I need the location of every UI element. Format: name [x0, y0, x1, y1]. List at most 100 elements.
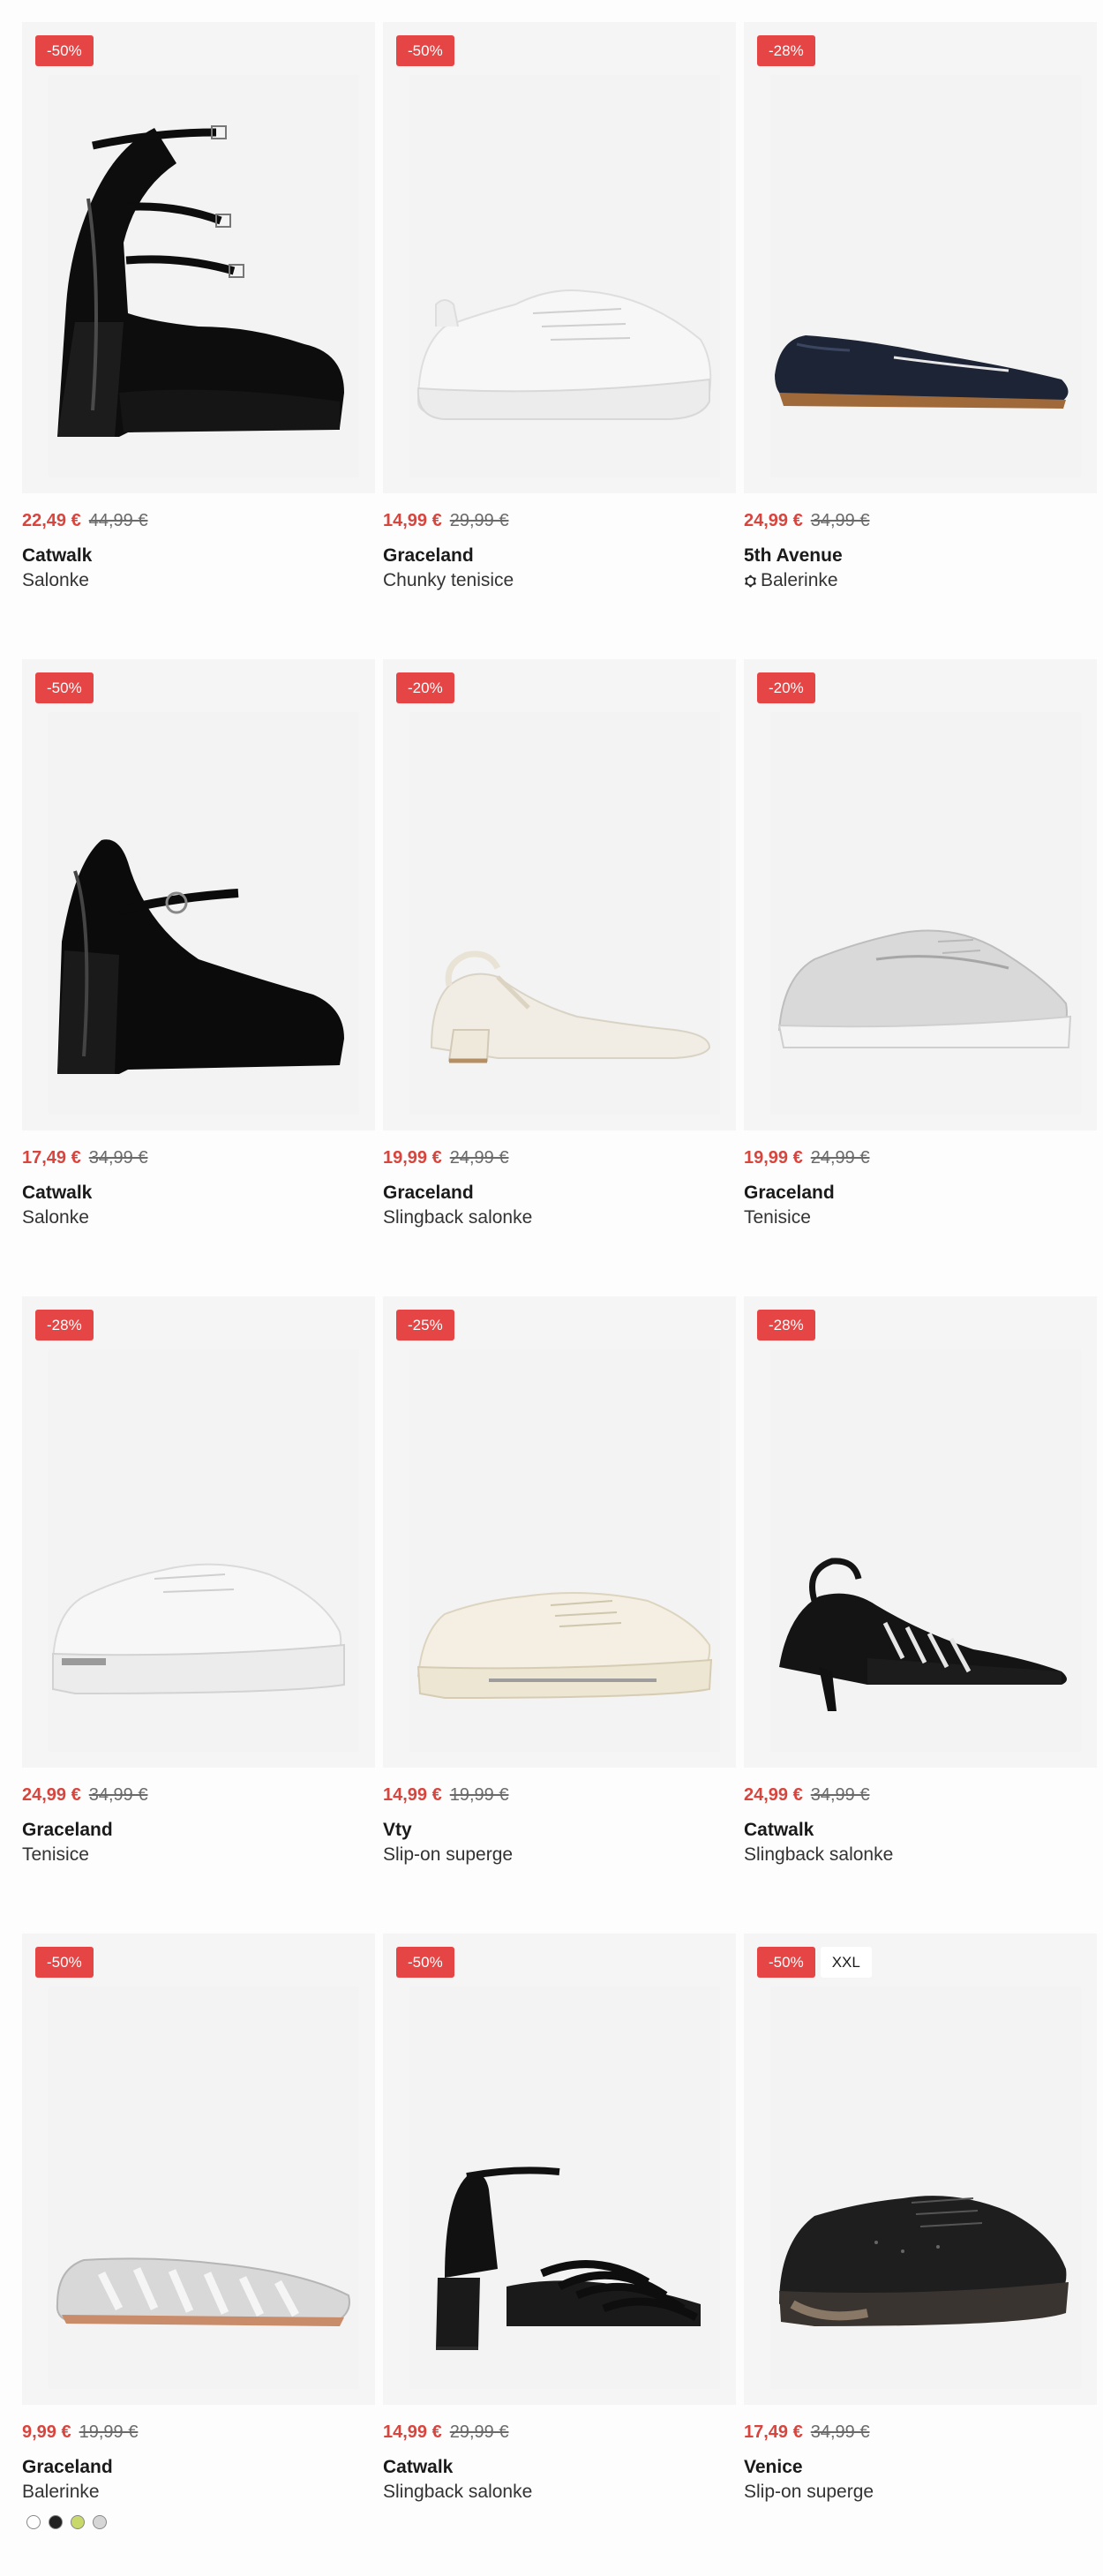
color-swatches: [22, 2515, 375, 2529]
badge-group: -50%: [35, 35, 94, 66]
product-image[interactable]: -28%: [22, 1296, 375, 1768]
product-name[interactable]: Slingback salonke: [383, 2482, 736, 2503]
discount-badge: -20%: [396, 672, 454, 703]
chunky-sneaker-white-shoe-icon: [416, 289, 712, 420]
product-image[interactable]: -50%: [22, 1934, 375, 2405]
product-name-text: Salonke: [22, 570, 89, 590]
product-image[interactable]: -28%: [744, 1296, 1097, 1768]
strappy-sandal-black-shoe-icon: [436, 2167, 701, 2350]
badge-group: -20%: [396, 672, 454, 703]
sale-price: 17,49 €: [744, 2422, 803, 2442]
discount-badge: -50%: [35, 35, 94, 66]
sneaker-silver-shoe-icon: [777, 929, 1072, 1048]
cutout-flat-silver-shoe-icon: [56, 2257, 350, 2326]
product-card[interactable]: -50% XXL 17,49 € 34,99 € Venice Slip-on supe…: [744, 1934, 1097, 2571]
product-card[interactable]: -50% 9,99 € 19,99 € Graceland Balerinke: [22, 1934, 375, 2571]
product-image[interactable]: -28%: [744, 22, 1097, 493]
discount-badge: -50%: [35, 672, 94, 703]
product-card[interactable]: -50% 14,99 € 29,99 € Graceland Chunky tenis…: [383, 22, 736, 659]
color-swatch[interactable]: [26, 2515, 41, 2529]
platform-sneaker-white-shoe-icon: [51, 1563, 345, 1695]
product-name[interactable]: Slip-on superge: [744, 2482, 1097, 2503]
product-name-text: Slingback salonke: [744, 1844, 894, 1865]
product-name-text: Balerinke: [761, 570, 838, 590]
badge-group: -50%: [396, 1947, 454, 1978]
product-name-text: Chunky tenisice: [383, 570, 514, 590]
product-name[interactable]: Balerinke: [744, 570, 1097, 591]
original-price: 34,99 €: [88, 1785, 148, 1805]
brand-name[interactable]: Graceland: [22, 2457, 375, 2478]
product-card[interactable]: -50% 22,49 € 44,99 € Catwalk Salonke: [22, 22, 375, 659]
product-name[interactable]: Tenisice: [744, 1207, 1097, 1228]
product-image[interactable]: -50% XXL: [744, 1934, 1097, 2405]
original-price: 19,99 €: [449, 1785, 509, 1805]
product-image[interactable]: -50%: [22, 22, 375, 493]
product-name[interactable]: Balerinke: [22, 2482, 375, 2503]
price-row: 22,49 € 44,99 €: [22, 511, 375, 531]
product-card[interactable]: -50% 17,49 € 34,99 € Catwalk Salonke: [22, 659, 375, 1296]
original-price: 24,99 €: [810, 1148, 870, 1168]
badge-group: -50%: [35, 672, 94, 703]
product-name[interactable]: Salonke: [22, 570, 375, 591]
product-image[interactable]: -50%: [383, 1934, 736, 2405]
brand-name[interactable]: Graceland: [383, 545, 736, 567]
product-card[interactable]: -25% 14,99 € 19,99 € Vty Slip-on superge: [383, 1296, 736, 1934]
product-name[interactable]: Slingback salonke: [744, 1844, 1097, 1866]
product-name[interactable]: Salonke: [22, 1207, 375, 1228]
price-row: 14,99 € 29,99 €: [383, 511, 736, 531]
discount-badge: -28%: [757, 35, 815, 66]
product-name-text: Slingback salonke: [383, 2482, 533, 2502]
brand-name[interactable]: Venice: [744, 2457, 1097, 2478]
badge-group: -20%: [757, 672, 815, 703]
brand-name[interactable]: Vty: [383, 1820, 736, 1841]
product-card[interactable]: -20% 19,99 € 24,99 € Graceland Tenisice: [744, 659, 1097, 1296]
discount-badge: -20%: [757, 672, 815, 703]
badge-group: -28%: [757, 35, 815, 66]
price-row: 19,99 € 24,99 €: [744, 1148, 1097, 1168]
product-card[interactable]: -28% 24,99 € 34,99 € Graceland Tenisice: [22, 1296, 375, 1934]
brand-name[interactable]: Graceland: [22, 1820, 375, 1841]
brand-name[interactable]: Catwalk: [744, 1820, 1097, 1841]
original-price: 34,99 €: [88, 1148, 148, 1168]
product-name-text: Tenisice: [22, 1844, 89, 1865]
price-row: 24,99 € 34,99 €: [744, 511, 1097, 531]
discount-badge: -50%: [35, 1947, 94, 1978]
original-price: 19,99 €: [79, 2422, 139, 2442]
product-name[interactable]: Tenisice: [22, 1844, 375, 1866]
product-name[interactable]: Chunky tenisice: [383, 570, 736, 591]
brand-name[interactable]: Catwalk: [22, 1183, 375, 1204]
sale-price: 19,99 €: [383, 1148, 442, 1168]
badge-group: -50% XXL: [757, 1947, 872, 1978]
brand-name[interactable]: Graceland: [383, 1183, 736, 1204]
price-row: 24,99 € 34,99 €: [744, 1785, 1097, 1806]
brand-name[interactable]: Catwalk: [22, 545, 375, 567]
slingback-kitten-black-shoe-icon: [779, 1558, 1067, 1711]
color-swatch[interactable]: [71, 2515, 85, 2529]
brand-name[interactable]: 5th Avenue: [744, 545, 1097, 567]
product-card[interactable]: -50% 14,99 € 29,99 € Catwalk Slingback salo…: [383, 1934, 736, 2571]
sale-price: 17,49 €: [22, 1148, 81, 1168]
product-image[interactable]: -50%: [22, 659, 375, 1130]
product-image[interactable]: -50%: [383, 22, 736, 493]
platform-mary-jane-black-shoe-icon: [57, 125, 344, 437]
product-card[interactable]: -28% 24,99 € 34,99 € 5th Avenue Balerinke: [744, 22, 1097, 659]
price-row: 24,99 € 34,99 €: [22, 1785, 375, 1806]
brand-name[interactable]: Graceland: [744, 1183, 1097, 1204]
product-image[interactable]: -20%: [383, 659, 736, 1130]
badge-group: -28%: [757, 1310, 815, 1341]
original-price: 44,99 €: [88, 511, 148, 530]
color-swatch[interactable]: [49, 2515, 63, 2529]
brand-name[interactable]: Catwalk: [383, 2457, 736, 2478]
product-image[interactable]: -25%: [383, 1296, 736, 1768]
mary-jane-heel-black-shoe-icon: [57, 839, 344, 1074]
product-card[interactable]: -28% 24,99 € 34,99 € Catwalk Slingback salo…: [744, 1296, 1097, 1934]
discount-badge: -50%: [396, 1947, 454, 1978]
product-name[interactable]: Slip-on superge: [383, 1844, 736, 1866]
product-image[interactable]: -20%: [744, 659, 1097, 1130]
color-swatch[interactable]: [93, 2515, 107, 2529]
product-card[interactable]: -20% 19,99 € 24,99 € Graceland Slingback sa…: [383, 659, 736, 1296]
sale-price: 9,99 €: [22, 2422, 71, 2442]
badge-group: -50%: [35, 1947, 94, 1978]
discount-badge: -28%: [757, 1310, 815, 1341]
product-name[interactable]: Slingback salonke: [383, 1207, 736, 1228]
